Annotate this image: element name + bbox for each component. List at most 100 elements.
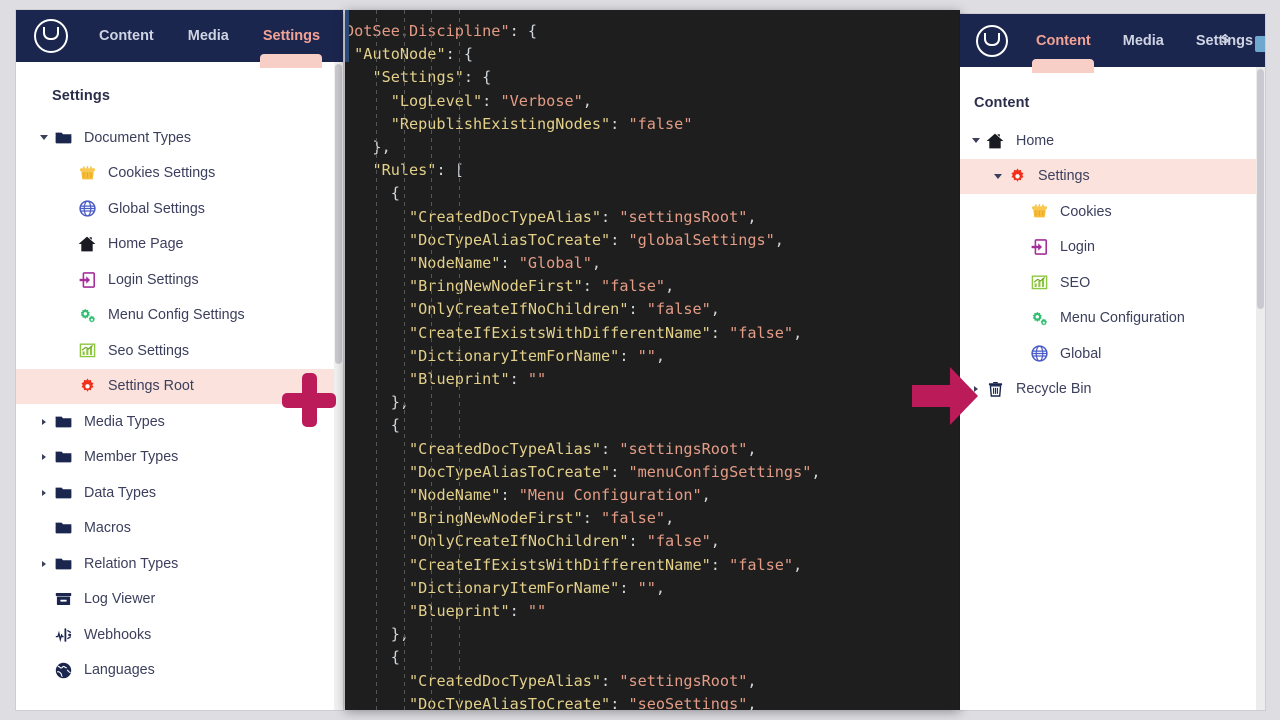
tree-item-label: Global Settings — [108, 200, 205, 217]
tree-item-label: Recycle Bin — [1016, 381, 1092, 398]
caret-down-icon[interactable] — [38, 135, 50, 141]
plus-marker — [282, 373, 336, 427]
tree-item-global[interactable]: Global — [960, 336, 1265, 372]
tab-media[interactable]: Media — [1107, 15, 1180, 67]
tree-item-seo-settings[interactable]: Seo Settings — [16, 333, 343, 369]
tree-item-label: Global — [1060, 345, 1102, 362]
umbraco-logo-icon[interactable] — [976, 24, 1008, 57]
tree-item-menu-configuration[interactable]: Menu Configuration — [960, 301, 1265, 337]
tree-item-macros[interactable]: Macros — [16, 511, 343, 547]
tree-item-relation-types[interactable]: Relation Types — [16, 546, 343, 582]
tree-item-log-viewer[interactable]: Log Viewer — [16, 582, 343, 618]
tree-item-settings[interactable]: Settings — [960, 158, 1265, 194]
tree-item-label: Settings Root — [108, 378, 194, 395]
right-panel-title: Content — [974, 95, 1030, 111]
tree-item-cookies-settings[interactable]: Cookies Settings — [16, 156, 343, 192]
tree-item-languages[interactable]: Languages — [16, 653, 343, 689]
tree-item-label: Settings — [1038, 168, 1090, 185]
tree-item-label: Cookies — [1060, 203, 1112, 220]
tree-item-data-types[interactable]: Data Types — [16, 475, 343, 511]
tree-item-global-settings[interactable]: Global Settings — [16, 191, 343, 227]
home-icon — [74, 236, 100, 252]
tree-item-label: Log Viewer — [84, 591, 156, 608]
tree-item-label: Login — [1060, 239, 1095, 256]
tree-item-member-types[interactable]: Member Types — [16, 440, 343, 476]
json-source-text: DotSee.Discipline": { "AutoNode": { "Set… — [345, 22, 821, 710]
trash-icon — [982, 381, 1008, 397]
caret-right-icon[interactable] — [38, 454, 50, 461]
tab-content[interactable]: Content — [1020, 15, 1107, 67]
tree-item-seo[interactable]: SEO — [960, 265, 1265, 301]
tree-item-label: Languages — [84, 662, 155, 679]
folder-icon — [50, 486, 76, 500]
caret-right-icon[interactable] — [38, 489, 50, 496]
bar-chart-icon — [1026, 275, 1052, 290]
right-umbraco-window: Content Media Settings s Content Home Set… — [960, 14, 1265, 710]
tree-item-label: Seo Settings — [108, 342, 190, 359]
login-icon — [74, 271, 100, 288]
tree-item-label: Home — [1016, 132, 1055, 149]
tree-item-label: Relation Types — [84, 555, 179, 572]
gears-icon — [1026, 311, 1052, 326]
content-tree: Home Settings Cookies Login SEO Menu Configur… — [960, 123, 1265, 407]
json-code-editor[interactable]: DotSee.Discipline": { "AutoNode": { "Set… — [345, 10, 960, 710]
gear-icon — [1004, 168, 1030, 185]
tree-item-webhooks[interactable]: Webhooks — [16, 617, 343, 653]
tree-item-label: Cookies Settings — [108, 165, 216, 182]
gear-icon — [74, 378, 100, 395]
left-navbar: Content Media Settings — [16, 10, 343, 62]
login-icon — [1026, 239, 1052, 256]
folder-icon — [50, 415, 76, 429]
left-umbraco-window: Content Media Settings Settings Document… — [16, 10, 343, 710]
bar-chart-icon — [74, 343, 100, 358]
tree-item-label: Macros — [84, 520, 131, 537]
umbraco-logo-icon[interactable] — [34, 19, 68, 53]
tab-settings[interactable]: Settings — [246, 10, 337, 62]
editor-accent-bar — [345, 10, 349, 62]
globe-icon — [74, 200, 100, 217]
folder-icon — [50, 131, 76, 145]
tree-item-recycle-bin[interactable]: Recycle Bin — [960, 372, 1265, 408]
tree-item-label: Webhooks — [84, 626, 152, 643]
tree-item-login-settings[interactable]: Login Settings — [16, 262, 343, 298]
tree-item-home[interactable]: Home — [960, 123, 1265, 159]
tree-item-label: Menu Config Settings — [108, 307, 245, 324]
left-nav-tabs: Content Media Settings — [82, 10, 337, 62]
screenshot-stage: Content Media Settings Settings Document… — [0, 0, 1280, 720]
tree-item-label: Login Settings — [108, 271, 199, 288]
left-panel-title: Settings — [52, 88, 110, 104]
tree-item-label: Document Types — [84, 129, 192, 146]
cookie-icon — [74, 166, 100, 181]
tree-item-label: Data Types — [84, 484, 157, 501]
tree-item-menu-config-settings[interactable]: Menu Config Settings — [16, 298, 343, 334]
home-icon — [982, 133, 1008, 149]
navbar-overflow-text: s — [1221, 31, 1230, 47]
caret-right-icon[interactable] — [38, 418, 50, 425]
right-navbar: Content Media Settings s — [960, 14, 1265, 67]
arrow-right-marker — [912, 367, 978, 425]
right-nav-tabs: Content Media Settings — [1020, 15, 1269, 67]
tree-item-home-page[interactable]: Home Page — [16, 227, 343, 263]
right-scrollbar[interactable] — [1256, 67, 1265, 710]
caret-right-icon[interactable] — [38, 560, 50, 567]
webhook-icon — [50, 627, 76, 643]
caret-down-icon[interactable] — [970, 138, 982, 144]
caret-down-icon[interactable] — [992, 173, 1004, 179]
folder-icon — [50, 521, 76, 535]
tab-media[interactable]: Media — [171, 10, 246, 62]
tree-item-label: Menu Configuration — [1060, 310, 1185, 327]
tab-content[interactable]: Content — [82, 10, 171, 62]
tree-item-document-types[interactable]: Document Types — [16, 120, 343, 156]
folder-icon — [50, 557, 76, 571]
tree-item-login[interactable]: Login — [960, 230, 1265, 266]
globe-icon — [1026, 345, 1052, 362]
navbar-right-chip[interactable] — [1255, 36, 1265, 52]
tree-item-label: Member Types — [84, 449, 179, 466]
tree-item-label: SEO — [1060, 274, 1091, 291]
tree-item-cookies[interactable]: Cookies — [960, 194, 1265, 230]
tree-item-label: Home Page — [108, 236, 184, 253]
folder-icon — [50, 450, 76, 464]
cookie-icon — [1026, 204, 1052, 219]
gears-icon — [74, 308, 100, 323]
language-globe-icon — [50, 662, 76, 679]
